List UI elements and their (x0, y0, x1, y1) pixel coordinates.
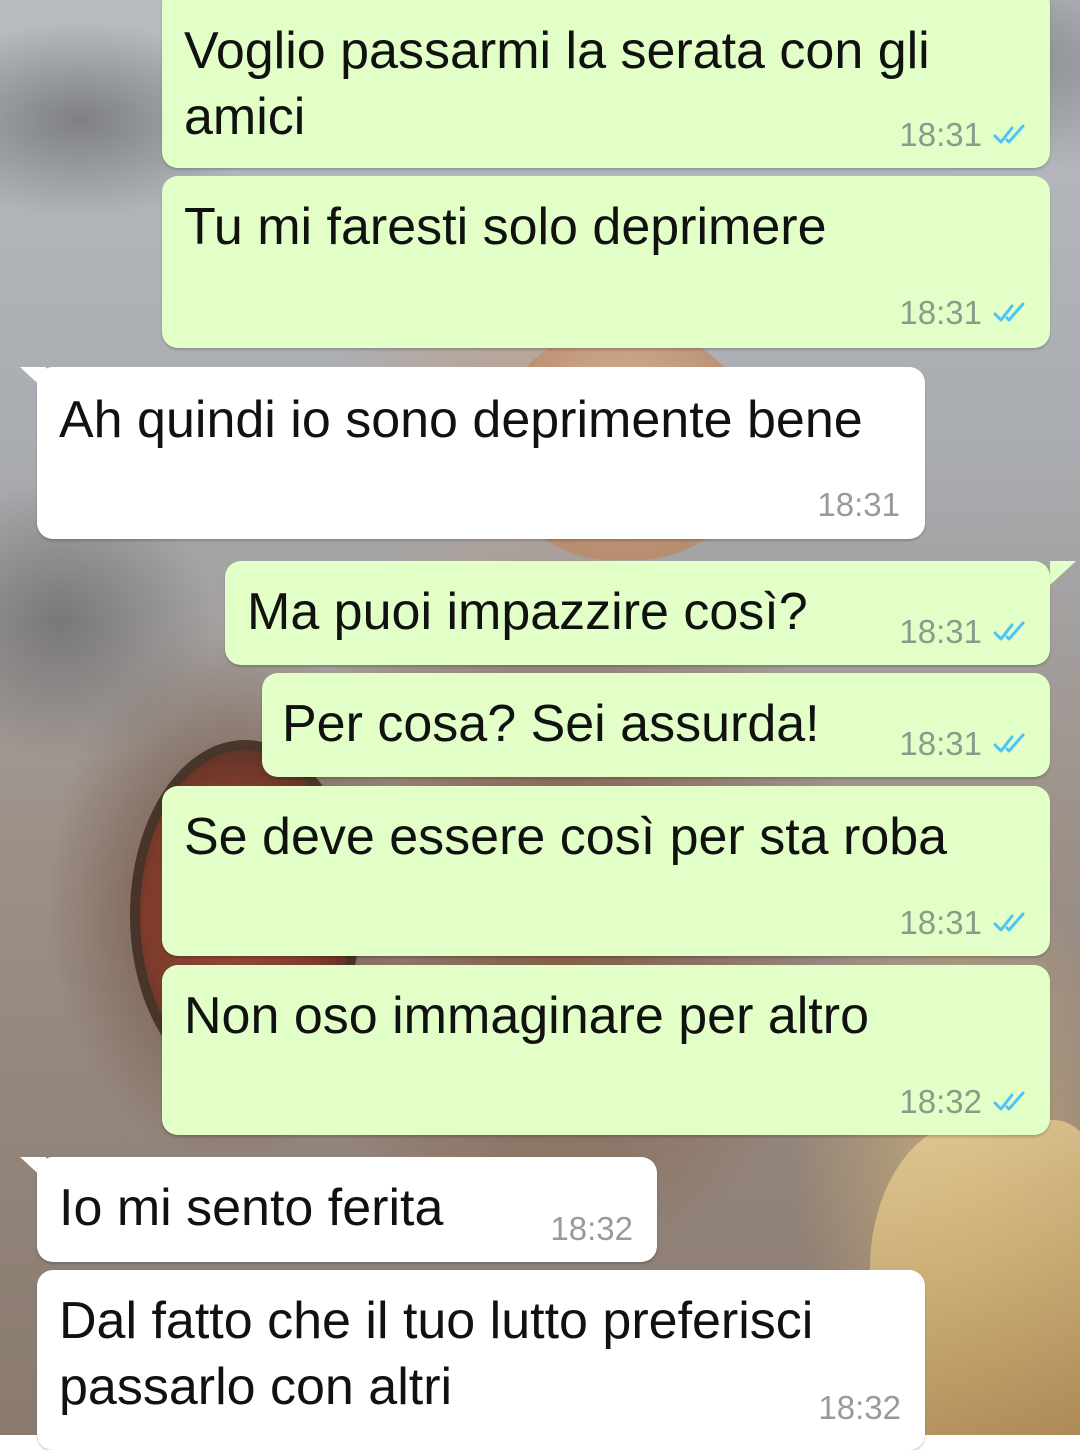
message-time: 18:32 (550, 1210, 633, 1247)
double-check-read-icon (993, 733, 1025, 753)
message-meta: 18:31 (899, 293, 1028, 333)
message-time: 18:31 (899, 904, 982, 941)
message-meta: 18:31 (817, 485, 900, 525)
message-time: 18:32 (818, 1389, 901, 1426)
message-bubble-incoming[interactable]: Ah quindi io sono deprimente bene 18:31 (37, 367, 925, 539)
double-check-read-icon (993, 302, 1025, 322)
message-meta: 18:32 (550, 1209, 633, 1249)
message-bubble-outgoing[interactable]: Se deve essere così per sta roba 18:31 (162, 786, 1050, 956)
bubble-tail (1050, 561, 1076, 585)
message-text: Tu mi faresti solo deprimere (184, 198, 827, 256)
message-time: 18:31 (899, 116, 982, 153)
message-text: Voglio passarmi la serata con gli amici (184, 22, 930, 146)
double-check-read-icon (993, 124, 1025, 144)
message-text: Ah quindi io sono deprimente bene (59, 391, 863, 449)
message-text: Io mi sento ferita (59, 1179, 444, 1237)
message-text: Se deve essere così per sta roba (184, 808, 948, 866)
message-time: 18:31 (817, 486, 900, 523)
message-text: Dal fatto che il tuo lutto preferisci pa… (59, 1292, 814, 1416)
message-bubble-outgoing[interactable]: Ma puoi impazzire così? 18:31 (225, 561, 1050, 665)
message-time: 18:31 (899, 725, 982, 762)
message-bubble-outgoing[interactable]: Voglio passarmi la serata con gli amici … (162, 0, 1050, 168)
message-meta: 18:31 (899, 612, 1028, 652)
message-meta: 18:31 (899, 903, 1028, 943)
message-text: Ma puoi impazzire così? (247, 583, 808, 641)
message-meta: 18:32 (899, 1082, 1028, 1122)
message-bubble-incoming[interactable]: Io mi sento ferita 18:32 (37, 1157, 657, 1262)
message-bubble-incoming[interactable]: Dal fatto che il tuo lutto preferisci pa… (37, 1270, 925, 1450)
message-time: 18:32 (899, 1083, 982, 1120)
message-meta: 18:31 (899, 724, 1028, 764)
message-time: 18:31 (899, 613, 982, 650)
message-time: 18:31 (899, 294, 982, 331)
message-bubble-outgoing[interactable]: Non oso immaginare per altro 18:32 (162, 965, 1050, 1135)
message-meta: 18:31 (899, 115, 1028, 155)
double-check-read-icon (993, 1091, 1025, 1111)
double-check-read-icon (993, 621, 1025, 641)
message-text: Non oso immaginare per altro (184, 987, 869, 1045)
message-text: Per cosa? Sei assurda! (282, 695, 820, 753)
double-check-read-icon (993, 912, 1025, 932)
message-meta: 18:32 (818, 1388, 901, 1428)
message-bubble-outgoing[interactable]: Per cosa? Sei assurda! 18:31 (262, 673, 1050, 777)
message-bubble-outgoing[interactable]: Tu mi faresti solo deprimere 18:31 (162, 176, 1050, 348)
